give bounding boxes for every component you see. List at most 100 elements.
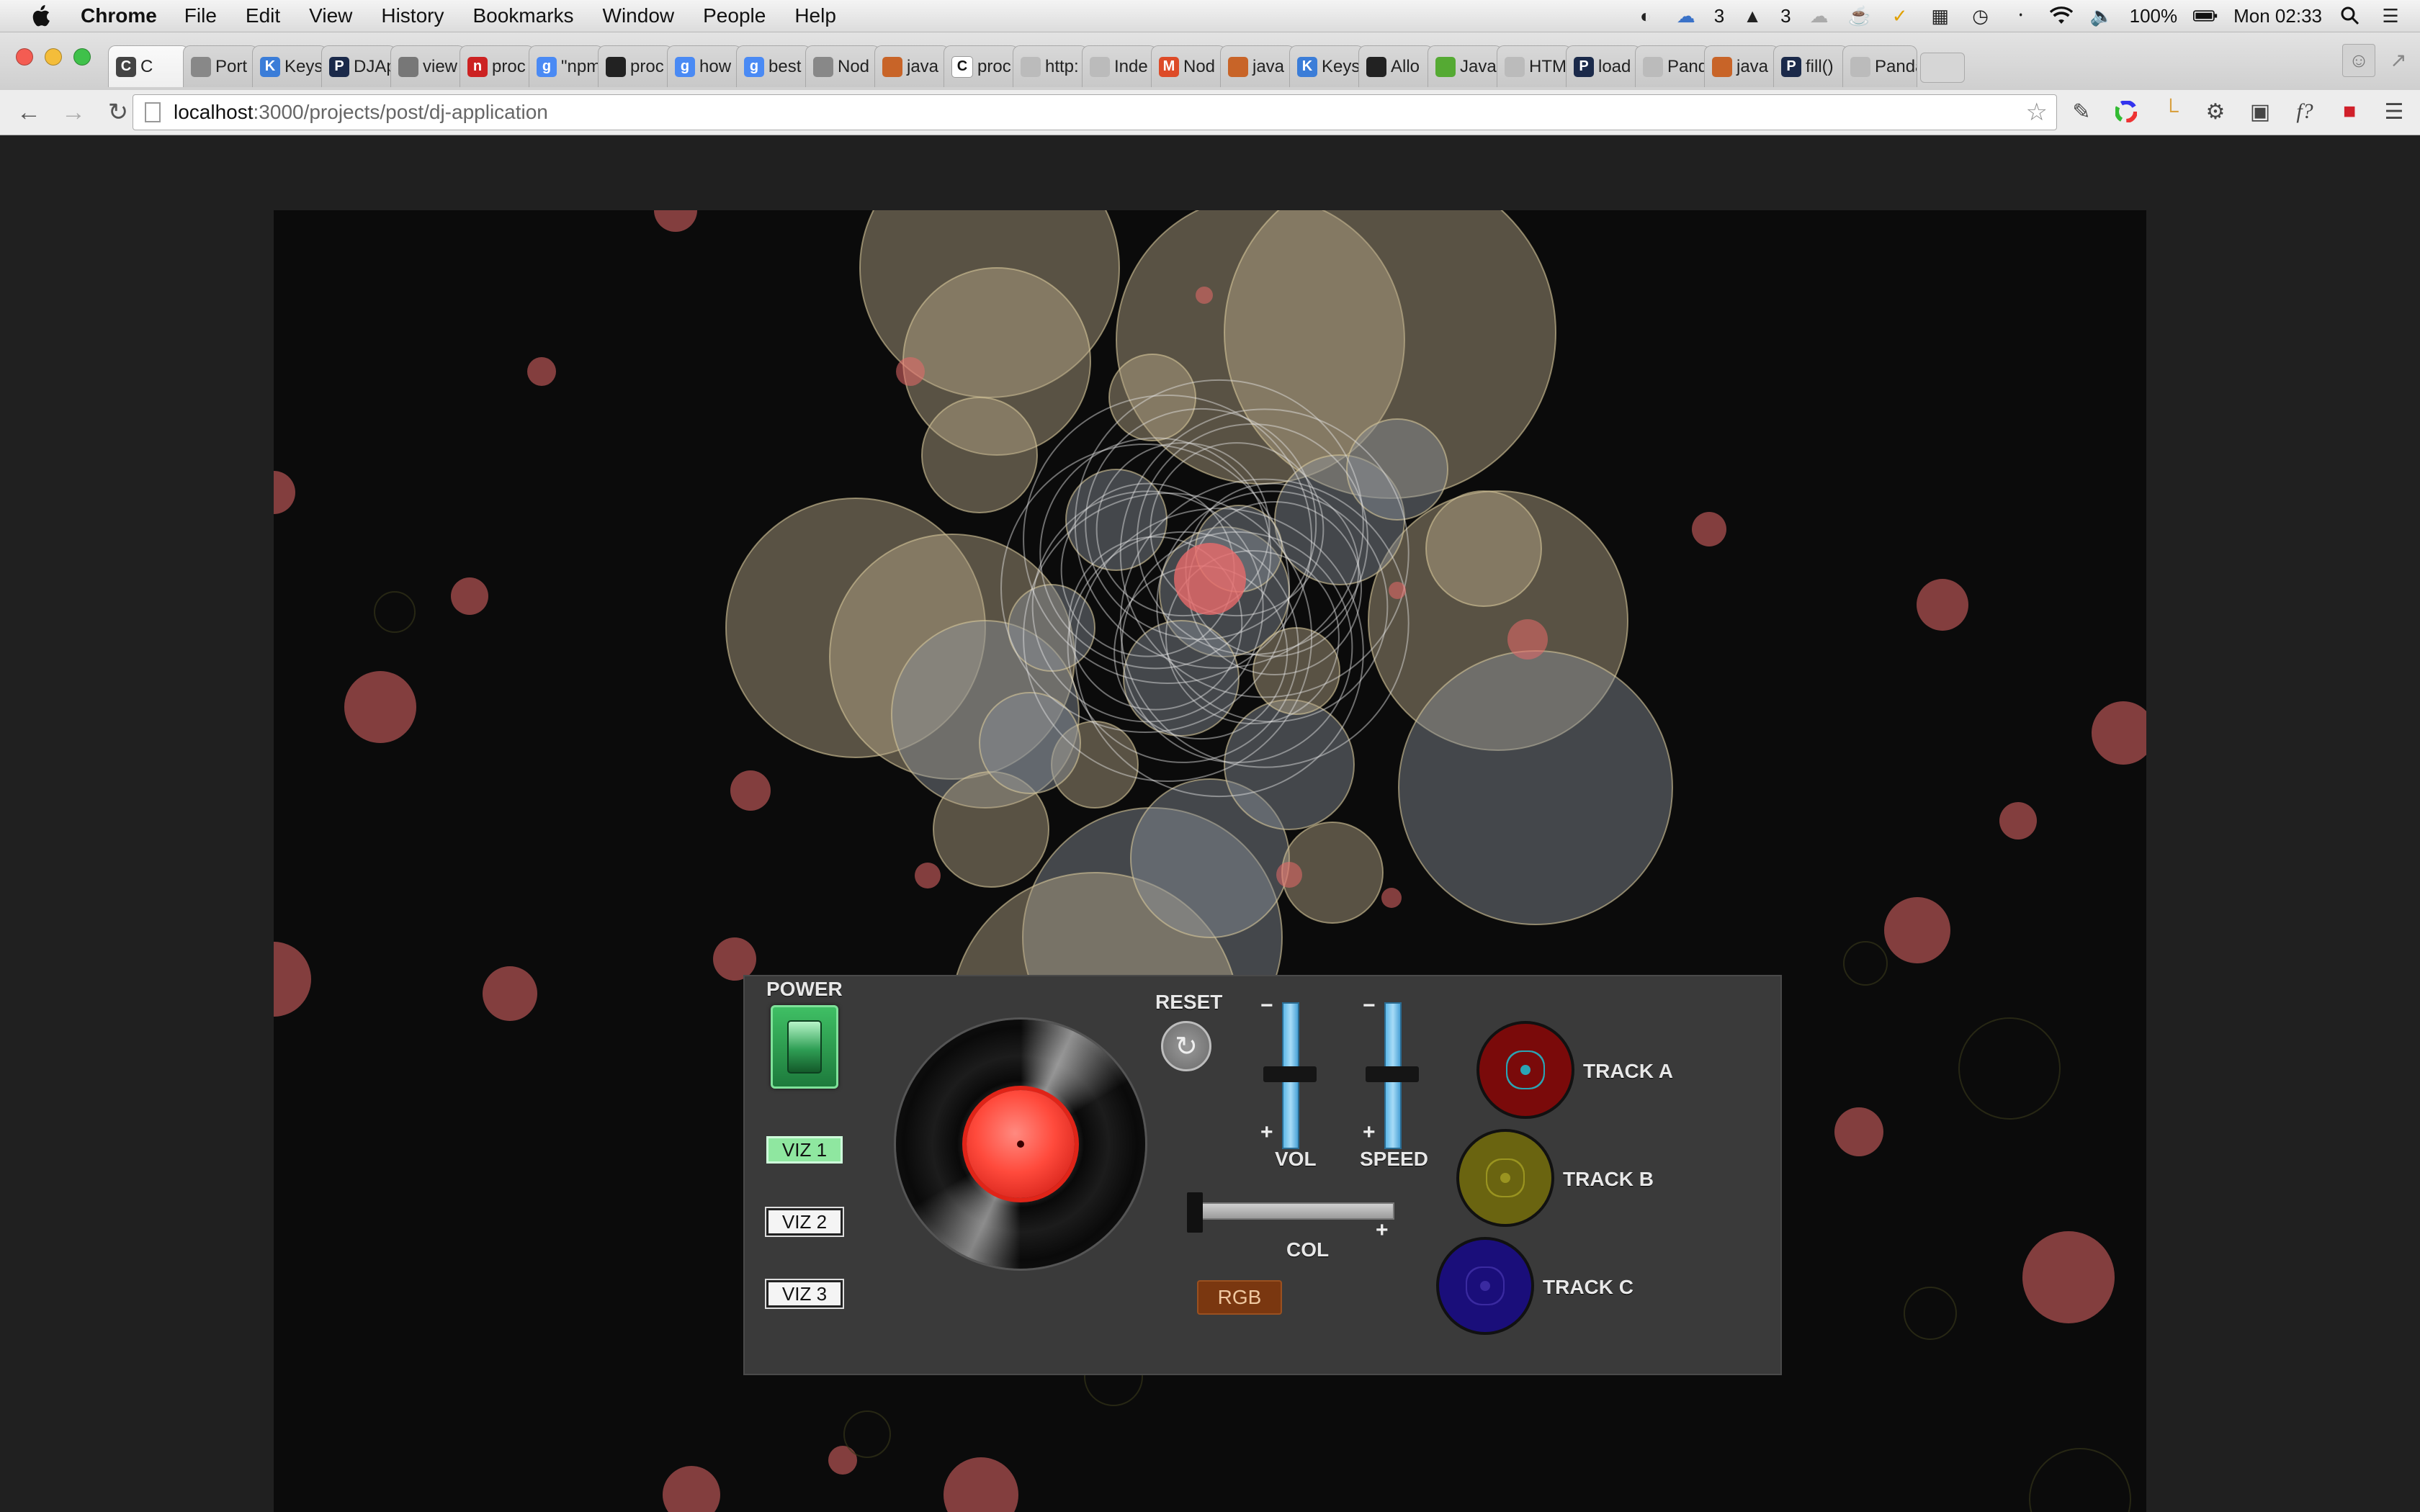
- ruler-icon[interactable]: └: [2155, 96, 2187, 127]
- reload-icon[interactable]: ↻: [102, 96, 134, 128]
- power-switch[interactable]: [771, 1005, 838, 1089]
- menu-view[interactable]: View: [309, 4, 352, 27]
- track-a-center: [1520, 1065, 1531, 1075]
- tab[interactable]: java: [1704, 45, 1779, 87]
- tab[interactable]: Pfill(): [1773, 45, 1848, 87]
- tab[interactable]: Allo: [1358, 45, 1433, 87]
- wifi-icon[interactable]: [2049, 5, 2074, 27]
- eyedropper-icon[interactable]: ✎: [2066, 96, 2097, 127]
- new-tab-button[interactable]: [1920, 53, 1965, 83]
- col-slider-track[interactable]: [1187, 1202, 1394, 1220]
- tab[interactable]: Panda: [1842, 45, 1917, 87]
- sync-icon[interactable]: ◐: [1634, 5, 1658, 27]
- address-bar[interactable]: localhost:3000/projects/post/dj-applicat…: [133, 94, 2057, 130]
- tab[interactable]: P DJAp: [321, 45, 396, 87]
- chrome-menu-icon[interactable]: ☰: [2378, 96, 2410, 127]
- cloud-app-icon[interactable]: ☁: [1807, 5, 1832, 27]
- tab[interactable]: Port: [183, 45, 258, 87]
- fullscreen-icon[interactable]: ↗: [2385, 47, 2411, 73]
- cloud-icon[interactable]: ☁: [1674, 5, 1698, 27]
- minimize-window-button[interactable]: [45, 48, 62, 66]
- tab-active[interactable]: CC: [108, 45, 189, 87]
- volume-icon[interactable]: 🔈: [2089, 5, 2114, 27]
- viz-2-button[interactable]: VIZ 2: [765, 1207, 844, 1237]
- apple-menu-icon[interactable]: [26, 1, 55, 30]
- tab[interactable]: M Nod: [1151, 45, 1226, 87]
- cloud-badge: 3: [1713, 4, 1725, 27]
- reset-button[interactable]: ↻: [1161, 1021, 1211, 1071]
- notification-center-icon[interactable]: ☰: [2378, 5, 2403, 27]
- profile-icon[interactable]: ☺: [2342, 44, 2375, 77]
- viz-3-button[interactable]: VIZ 3: [765, 1279, 844, 1309]
- viz-1-button[interactable]: VIZ 1: [766, 1136, 843, 1164]
- speed-slider-knob[interactable]: [1366, 1066, 1419, 1082]
- tab-label: Keys: [1322, 56, 1361, 76]
- viz-bubble: [451, 577, 488, 615]
- clock[interactable]: Mon 02:33: [2233, 5, 2322, 27]
- tab[interactable]: Inde: [1082, 45, 1157, 87]
- bluetooth-icon[interactable]: ᛫: [2009, 5, 2033, 27]
- forward-arrow-icon[interactable]: →: [58, 96, 89, 128]
- spotlight-search-icon[interactable]: [2338, 5, 2362, 27]
- track-b-button[interactable]: [1456, 1129, 1554, 1227]
- tab[interactable]: HTM: [1497, 45, 1572, 87]
- close-window-button[interactable]: [16, 48, 33, 66]
- tab[interactable]: g how: [667, 45, 742, 87]
- tab[interactable]: K Keys: [1289, 45, 1364, 87]
- tab[interactable]: Cproc: [944, 45, 1018, 87]
- tab[interactable]: Pload: [1566, 45, 1641, 87]
- tab[interactable]: Panda: [1635, 45, 1710, 87]
- tab[interactable]: K Keys: [252, 45, 327, 87]
- menu-edit[interactable]: Edit: [246, 4, 280, 27]
- menu-app-name[interactable]: Chrome: [81, 4, 157, 27]
- devtools-icon[interactable]: ⚙: [2200, 96, 2231, 127]
- tab[interactable]: Nod: [805, 45, 880, 87]
- tab[interactable]: java: [1220, 45, 1295, 87]
- tab-label: Nod: [838, 56, 870, 76]
- cup-icon[interactable]: ☕: [1847, 5, 1872, 27]
- font-icon[interactable]: f?: [2289, 96, 2321, 127]
- speed-plus: +: [1363, 1120, 1376, 1144]
- menu-window[interactable]: Window: [603, 4, 675, 27]
- battery-icon[interactable]: [2193, 5, 2218, 27]
- track-b-center: [1500, 1173, 1510, 1183]
- vinyl-record[interactable]: [896, 1020, 1145, 1269]
- favicon-icon: [1435, 56, 1456, 77]
- tab[interactable]: g best: [736, 45, 811, 87]
- back-arrow-icon[interactable]: ←: [13, 96, 45, 128]
- color-wheel-icon[interactable]: [2110, 96, 2142, 127]
- track-c-button[interactable]: [1436, 1237, 1534, 1335]
- tab[interactable]: view: [390, 45, 465, 87]
- power-rocker: [787, 1020, 822, 1074]
- tab[interactable]: proc: [598, 45, 673, 87]
- tab[interactable]: n proc: [460, 45, 534, 87]
- tab[interactable]: http:: [1013, 45, 1088, 87]
- tab-label: "npm: [561, 56, 601, 76]
- screenshot-icon[interactable]: ▣: [2244, 96, 2276, 127]
- track-a-button[interactable]: [1476, 1021, 1574, 1119]
- tab-label: Allo: [1391, 56, 1420, 76]
- col-slider-knob[interactable]: [1187, 1192, 1203, 1233]
- menu-history[interactable]: History: [381, 4, 444, 27]
- adobe-icon[interactable]: ▲: [1740, 5, 1765, 27]
- zoom-window-button[interactable]: [73, 48, 91, 66]
- status-area: ◐ ☁ 3 ▲ 3 ☁ ☕ ✓ ▦ ◷ ᛫ 🔈 100% Mon 02:33 ☰: [1634, 0, 2403, 32]
- favicon-icon: [1643, 56, 1663, 77]
- menu-help[interactable]: Help: [794, 4, 836, 27]
- visualizer-canvas[interactable]: POWER VIZ 1 VIZ 2 VIZ 3 RESET ↻ − + VOL …: [274, 210, 2146, 1512]
- vol-slider-knob[interactable]: [1263, 1066, 1317, 1082]
- tab[interactable]: Java: [1428, 45, 1502, 87]
- tab[interactable]: g "npm: [529, 45, 604, 87]
- bookmark-star-icon[interactable]: ☆: [2026, 98, 2048, 127]
- time-machine-icon[interactable]: ◷: [1968, 5, 1993, 27]
- rgb-button[interactable]: RGB: [1197, 1280, 1282, 1315]
- menu-people[interactable]: People: [703, 4, 766, 27]
- extension-icon[interactable]: ■: [2334, 96, 2365, 127]
- viz-bubble: [730, 770, 771, 811]
- menu-file[interactable]: File: [184, 4, 217, 27]
- check-icon[interactable]: ✓: [1888, 5, 1912, 27]
- viz-bubble: [2092, 701, 2146, 765]
- tab[interactable]: java: [874, 45, 949, 87]
- menu-bookmarks[interactable]: Bookmarks: [472, 4, 573, 27]
- meter-icon[interactable]: ▦: [1928, 5, 1953, 27]
